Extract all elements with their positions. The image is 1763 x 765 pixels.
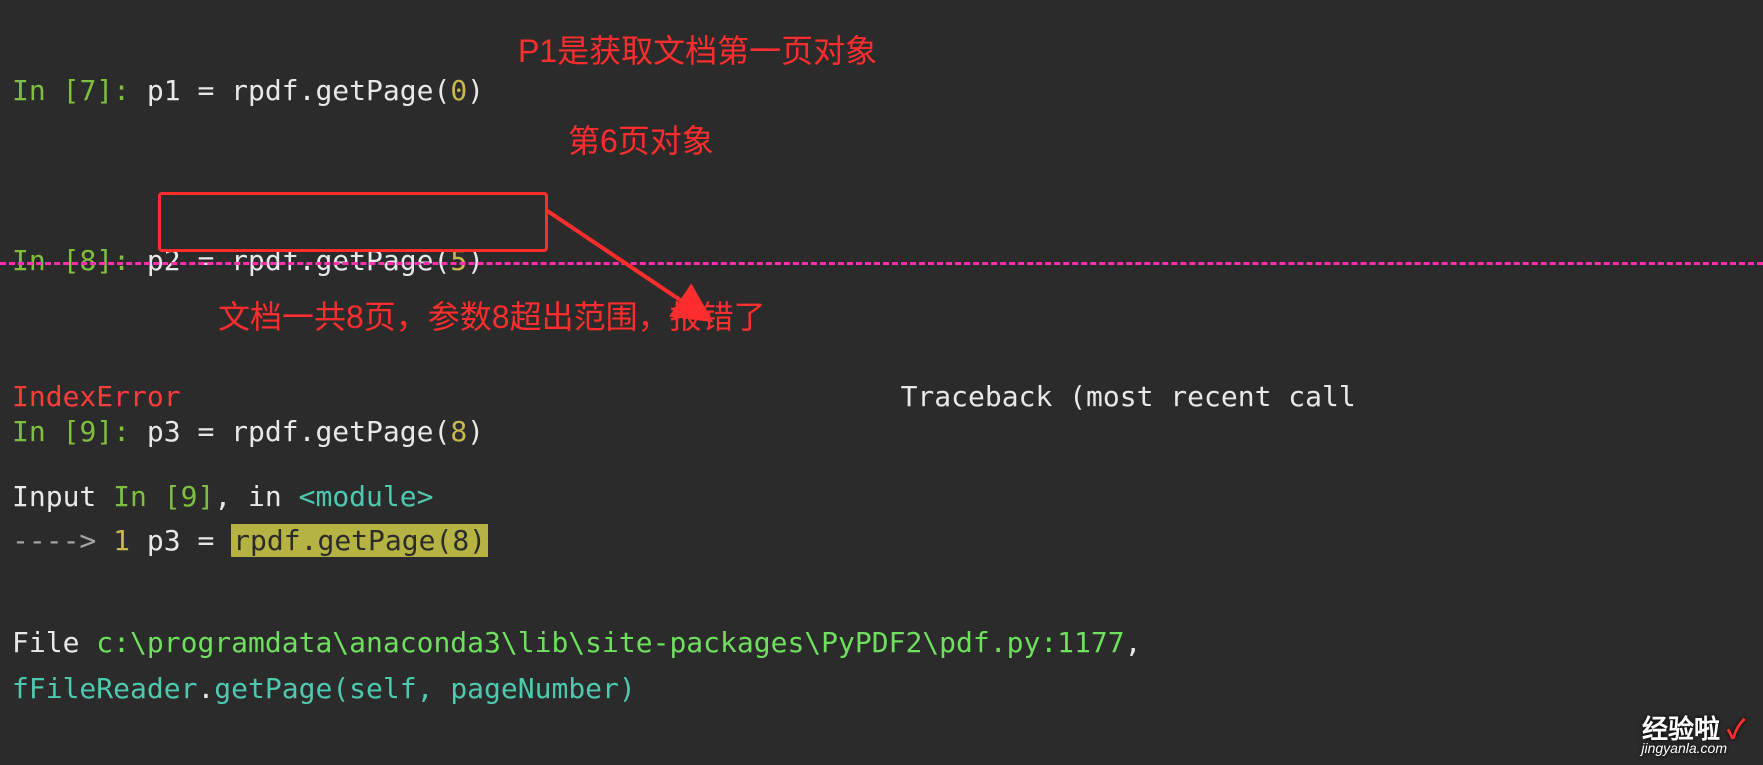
watermark-logo: 经验啦 ✓ jingyanla.com	[1642, 709, 1745, 751]
comma: ,	[1125, 626, 1142, 659]
highlighted-code: rpdf.getPage(8)	[231, 524, 488, 557]
dashed-separator	[0, 262, 1763, 265]
prompt-close: ]:	[96, 74, 147, 107]
prompt-in: In [	[12, 74, 79, 107]
arrow-marker: ---->	[12, 524, 113, 557]
line-number: 1	[113, 524, 130, 557]
terminal-screenshot: In [7]: p1 = rpdf.getPage(0) In [8]: p2 …	[0, 0, 1763, 765]
arg-num: 0	[450, 74, 467, 107]
arg-num: 5	[450, 244, 467, 277]
prompt-in: In [	[12, 244, 79, 277]
code-line-1: In [7]: p1 = rpdf.getPage(0)	[12, 24, 1751, 158]
prompt-close: ]:	[96, 244, 147, 277]
annotation-1: P1是获取文档第一页对象	[518, 26, 877, 77]
call-line: fFileReader.getPage(self, pageNumber)	[12, 622, 636, 756]
prompt-num: 7	[79, 74, 96, 107]
code-text: )	[467, 244, 484, 277]
prompt-num: 8	[79, 244, 96, 277]
code-text: p3 =	[147, 524, 231, 557]
annotation-2: 第6页对象	[568, 116, 714, 167]
annotation-3: 文档一共8页，参数8超出范围，报错了	[218, 292, 766, 343]
dot: .	[197, 672, 214, 705]
code-text: p1 = rpdf.getPage(	[147, 74, 450, 107]
class-name: fFileReader	[12, 672, 197, 705]
method-name: getPage	[214, 672, 332, 705]
call-args: (self, pageNumber)	[332, 672, 635, 705]
code-text: p2 = rpdf.getPage(	[147, 244, 450, 277]
traceback-text: Traceback (most recent call	[901, 380, 1356, 413]
error-name: IndexError	[12, 380, 181, 413]
code-text: )	[467, 74, 484, 107]
space	[130, 524, 147, 557]
check-icon: ✓	[1727, 714, 1745, 744]
logo-subtext: jingyanla.com	[1641, 737, 1727, 759]
